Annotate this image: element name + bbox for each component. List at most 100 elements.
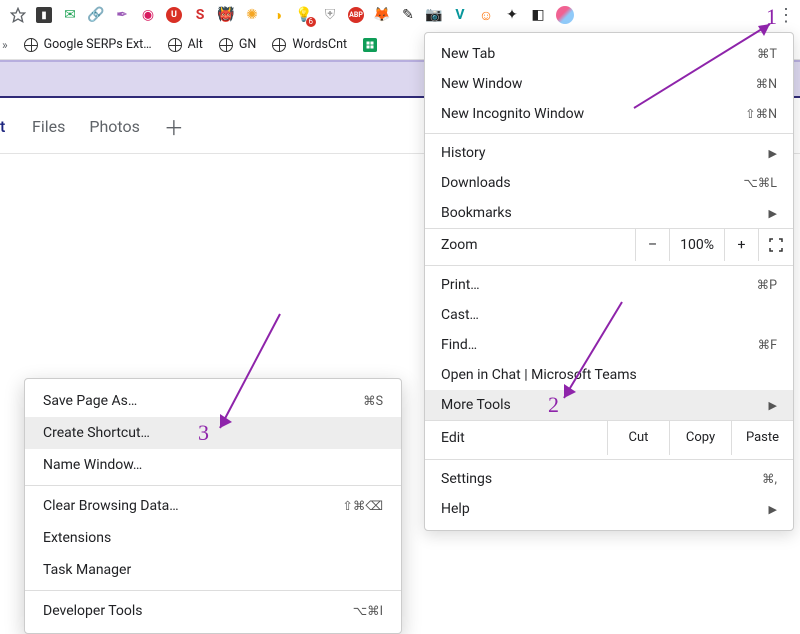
menu-label: Settings <box>441 471 762 487</box>
menu-edit-label: Edit <box>425 421 607 455</box>
ext-panel-icon[interactable]: ◧ <box>530 7 546 23</box>
star-icon[interactable] <box>10 7 26 23</box>
menu-separator <box>25 590 401 591</box>
ext-pen[interactable]: ✎ <box>400 7 416 23</box>
annotation-number-1: 1 <box>766 4 777 30</box>
menu-help[interactable]: Help ▶ <box>425 494 793 524</box>
chevron-right-icon: ▶ <box>769 207 777 220</box>
menu-print[interactable]: Print… ⌘P <box>425 270 793 300</box>
menu-shortcut: ⌘P <box>757 277 777 293</box>
submenu-developer-tools[interactable]: Developer Tools ⌥⌘I <box>25 595 401 627</box>
submenu-label: Clear Browsing Data… <box>43 498 342 514</box>
bookmark-label: GN <box>239 37 256 52</box>
ext-bot[interactable]: ☺ <box>478 7 494 23</box>
bookmarks-overflow-icon[interactable]: » <box>2 38 8 52</box>
ext-shield[interactable]: ⛨ <box>322 7 338 23</box>
menu-open-chat[interactable]: Open in Chat | Microsoft Teams <box>425 360 793 390</box>
ext-gear[interactable]: ✺ <box>244 7 260 23</box>
menu-separator <box>425 459 793 460</box>
menu-separator <box>25 485 401 486</box>
menu-label: New Window <box>441 76 756 92</box>
submenu-clear-browsing[interactable]: Clear Browsing Data… ⇧⌘⌫ <box>25 490 401 522</box>
page-tab-files[interactable]: Files <box>32 117 65 136</box>
zoom-in-button[interactable]: + <box>724 229 758 261</box>
menu-shortcut: ⌘F <box>758 337 777 353</box>
ext-bulb[interactable]: 💡6 <box>296 7 312 23</box>
menu-label: History <box>441 145 763 161</box>
chevron-right-icon: ▶ <box>769 147 777 160</box>
menu-settings[interactable]: Settings ⌘, <box>425 464 793 494</box>
menu-label: Downloads <box>441 175 743 191</box>
chevron-right-icon: ▶ <box>769 399 777 412</box>
bookmark-label: Google SERPs Ext… <box>44 37 152 52</box>
menu-label: New Tab <box>441 46 757 62</box>
ext-metamask[interactable]: 🦊 <box>374 7 390 23</box>
edit-copy-button[interactable]: Copy <box>669 421 731 455</box>
submenu-task-manager[interactable]: Task Manager <box>25 554 401 586</box>
ext-vue[interactable]: V <box>452 7 468 23</box>
menu-shortcut: ⌘, <box>762 471 777 487</box>
submenu-label: Name Window… <box>43 457 383 473</box>
submenu-shortcut: ⇧⌘⌫ <box>342 498 383 514</box>
menu-separator <box>425 133 793 134</box>
bookmark-gn[interactable]: GN <box>219 37 256 52</box>
ext-mail[interactable]: ✉︎ <box>62 7 78 23</box>
menu-zoom-label: Zoom <box>425 229 635 261</box>
menu-edit-row: Edit Cut Copy Paste <box>425 420 793 455</box>
menu-downloads[interactable]: Downloads ⌥⌘L <box>425 168 793 198</box>
fullscreen-button[interactable] <box>758 229 793 261</box>
page-tab-photos[interactable]: Photos <box>89 117 140 136</box>
submenu-shortcut: ⌥⌘I <box>353 603 383 619</box>
ext-link[interactable]: 🔗 <box>88 7 104 23</box>
menu-cast[interactable]: Cast… <box>425 300 793 330</box>
menu-find[interactable]: Find… ⌘F <box>425 330 793 360</box>
browser-toolbar: ▮ ✉︎ 🔗 ✒︎ ◉ U S 👹 ✺ ◑ 💡6 ⛨ ABP 🦊 ✎ 📷 V ☺… <box>0 0 800 30</box>
submenu-extensions[interactable]: Extensions <box>25 522 401 554</box>
globe-icon <box>24 38 38 52</box>
menu-new-window[interactable]: New Window ⌘N <box>425 69 793 99</box>
globe-icon <box>219 38 233 52</box>
menu-new-tab[interactable]: New Tab ⌘T <box>425 39 793 69</box>
ext-pink[interactable]: ◉ <box>140 7 156 23</box>
ext-seo[interactable]: S <box>192 7 208 23</box>
chevron-right-icon: ▶ <box>769 503 777 516</box>
globe-icon <box>272 38 286 52</box>
ext-feather[interactable]: ✒︎ <box>114 7 130 23</box>
ext-orange[interactable]: 👹 <box>218 7 234 23</box>
browser-menu-button[interactable]: ⋮ <box>776 5 796 26</box>
menu-history[interactable]: History ▶ <box>425 138 793 168</box>
menu-new-incognito[interactable]: New Incognito Window ⇧⌘N <box>425 99 793 129</box>
bookmark-wordscnt[interactable]: WordsCnt <box>272 37 347 52</box>
bookmark-serps[interactable]: Google SERPs Ext… <box>24 37 152 52</box>
menu-label: Print… <box>441 277 757 293</box>
zoom-out-button[interactable]: – <box>635 229 669 261</box>
globe-icon <box>168 38 182 52</box>
menu-label: More Tools <box>441 397 763 413</box>
edit-paste-button[interactable]: Paste <box>731 421 793 455</box>
ext-ublock[interactable]: U <box>166 7 182 23</box>
more-tools-submenu: Save Page As… ⌘S Create Shortcut… Name W… <box>24 378 402 634</box>
ext-abp[interactable]: ABP <box>348 7 364 23</box>
browser-main-menu: New Tab ⌘T New Window ⌘N New Incognito W… <box>424 32 794 531</box>
annotation-number-3: 3 <box>198 420 209 446</box>
menu-more-tools[interactable]: More Tools ▶ <box>425 390 793 420</box>
ext-camera[interactable]: 📷 <box>426 7 442 23</box>
ext-lastpass[interactable]: ▮ <box>36 7 52 23</box>
submenu-create-shortcut[interactable]: Create Shortcut… <box>25 417 401 449</box>
submenu-save-page[interactable]: Save Page As… ⌘S <box>25 385 401 417</box>
menu-label: Cast… <box>441 307 777 323</box>
submenu-label: Create Shortcut… <box>43 425 383 441</box>
menu-bookmarks[interactable]: Bookmarks ▶ <box>425 198 793 228</box>
bookmark-sheets[interactable] <box>363 38 377 52</box>
ext-puzzle-icon[interactable]: ✦ <box>504 7 520 23</box>
page-tab-active[interactable]: t <box>0 117 8 136</box>
menu-shortcut: ⌥⌘L <box>743 175 777 191</box>
add-tab-button[interactable]: ＋ <box>164 112 184 141</box>
submenu-name-window[interactable]: Name Window… <box>25 449 401 481</box>
bookmark-alt[interactable]: Alt <box>168 37 203 52</box>
edit-cut-button[interactable]: Cut <box>607 421 669 455</box>
menu-shortcut: ⌘T <box>757 46 777 62</box>
ext-bulb-badge: 6 <box>306 17 317 27</box>
ext-similarweb[interactable]: ◑ <box>270 7 286 23</box>
profile-avatar[interactable] <box>556 6 574 24</box>
